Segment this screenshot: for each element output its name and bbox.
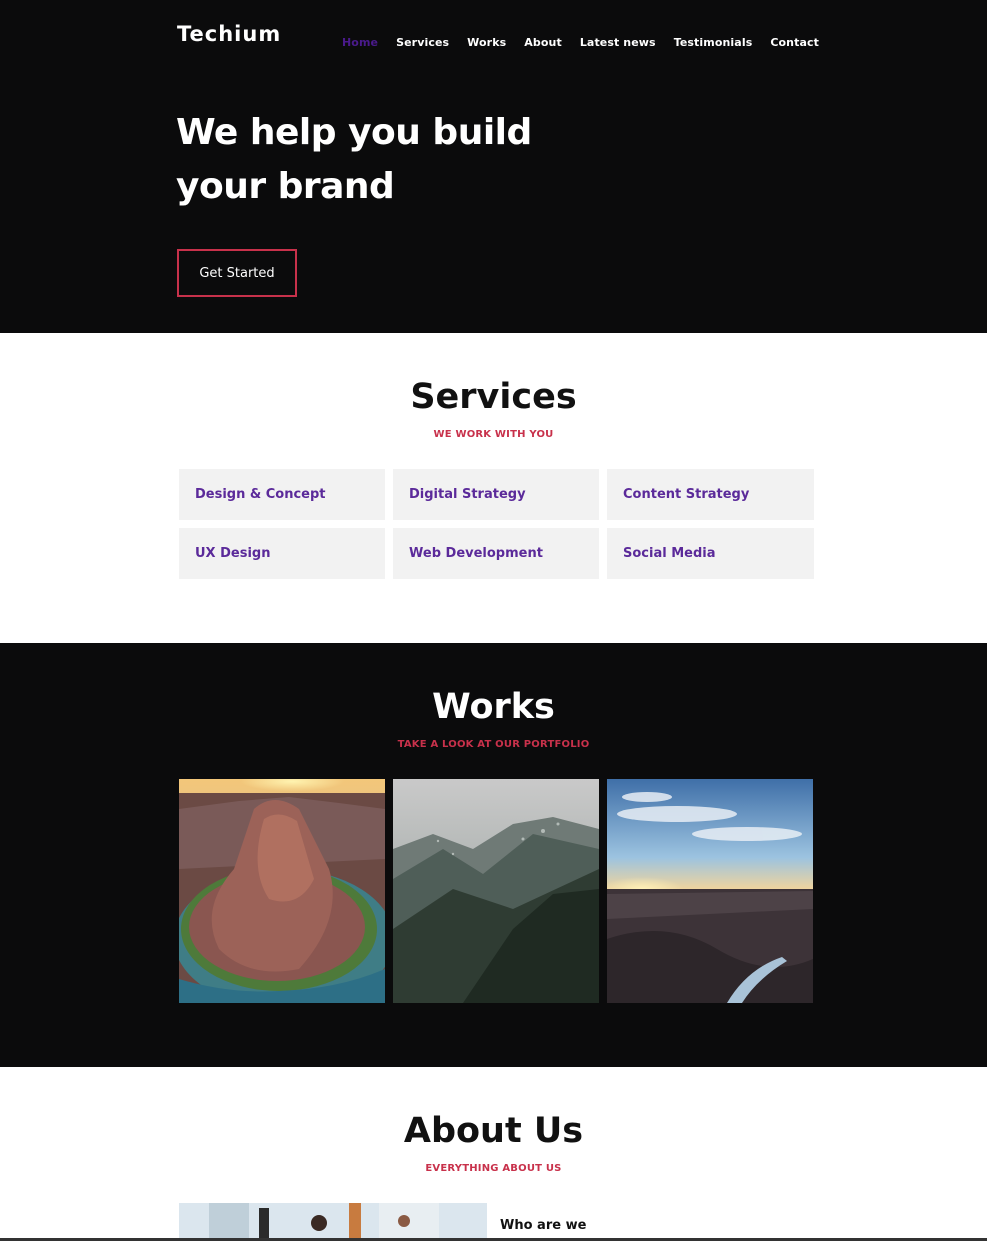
about-section: About Us EVERYTHING ABOUT US Who are we xyxy=(0,1067,987,1241)
about-subtitle: EVERYTHING ABOUT US xyxy=(425,1163,562,1174)
service-social-media[interactable]: Social Media xyxy=(607,528,814,579)
misty-mountains-photo[interactable] xyxy=(393,779,599,1003)
works-grid xyxy=(179,779,813,1003)
service-digital-strategy[interactable]: Digital Strategy xyxy=(393,469,599,520)
nav-latest-news[interactable]: Latest news xyxy=(580,36,656,49)
services-title: Services xyxy=(410,377,577,417)
service-content-strategy[interactable]: Content Strategy xyxy=(607,469,814,520)
nav-services[interactable]: Services xyxy=(396,36,449,49)
hero-title: We help you build your brand xyxy=(176,106,532,214)
services-subtitle: WE WORK WITH YOU xyxy=(433,429,554,440)
about-office-photo xyxy=(179,1203,487,1241)
service-web-development[interactable]: Web Development xyxy=(393,528,599,579)
service-design-concept[interactable]: Design & Concept xyxy=(179,469,385,520)
main-nav: Home Services Works About Latest news Te… xyxy=(342,36,837,49)
hero-title-line2: your brand xyxy=(176,166,395,207)
logo[interactable]: Techium xyxy=(177,22,281,46)
who-are-we-heading: Who are we xyxy=(500,1218,587,1233)
canyon-sunset-photo[interactable] xyxy=(607,779,813,1003)
services-section: Services WE WORK WITH YOU Design & Conce… xyxy=(0,333,987,643)
nav-contact[interactable]: Contact xyxy=(770,36,819,49)
works-subtitle: TAKE A LOOK AT OUR PORTFOLIO xyxy=(397,739,590,750)
get-started-button[interactable]: Get Started xyxy=(177,249,297,297)
about-title: About Us xyxy=(403,1111,584,1151)
horseshoe-bend-photo[interactable] xyxy=(179,779,385,1003)
nav-works[interactable]: Works xyxy=(467,36,506,49)
works-section: Works TAKE A LOOK AT OUR PORTFOLIO xyxy=(0,643,987,1067)
services-grid: Design & Concept Digital Strategy Conten… xyxy=(179,469,814,579)
nav-testimonials[interactable]: Testimonials xyxy=(674,36,753,49)
hero-title-line1: We help you build xyxy=(176,112,532,153)
nav-about[interactable]: About xyxy=(524,36,562,49)
nav-home[interactable]: Home xyxy=(342,36,378,49)
works-title: Works xyxy=(432,687,555,727)
hero-section: Techium Home Services Works About Latest… xyxy=(0,0,987,333)
service-ux-design[interactable]: UX Design xyxy=(179,528,385,579)
